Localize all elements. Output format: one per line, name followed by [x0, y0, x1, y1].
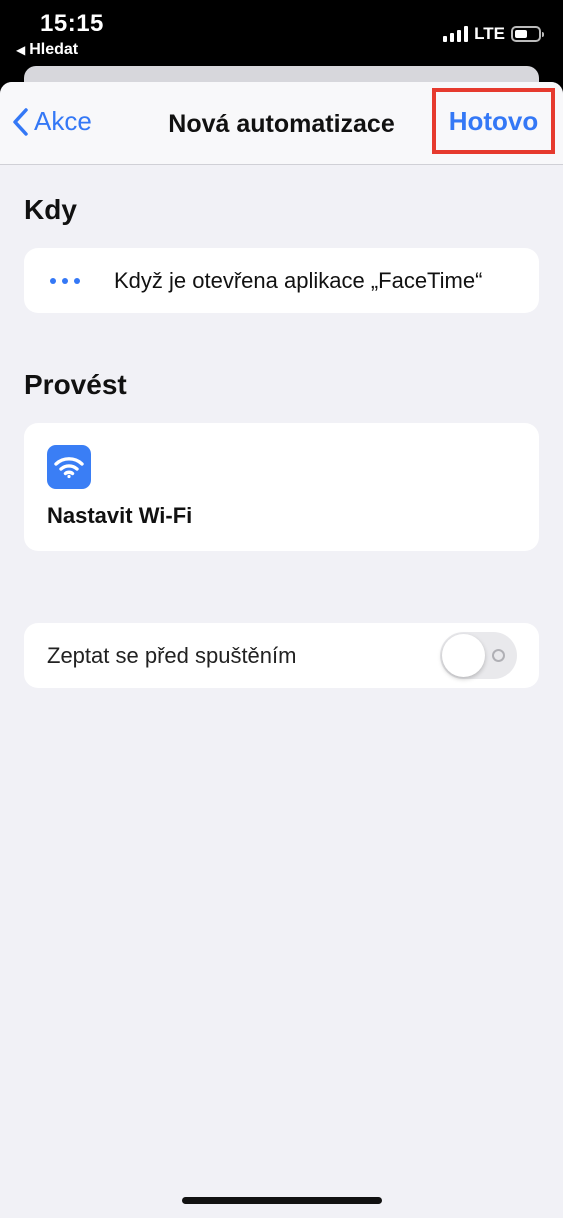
status-back-to-app[interactable]: ◀ Hledat	[16, 41, 78, 59]
status-time: 15:15	[40, 10, 104, 37]
toggle-knob	[442, 634, 485, 677]
do-section-title: Provést	[24, 369, 127, 400]
battery-icon	[511, 26, 544, 42]
back-triangle-icon: ◀	[16, 43, 26, 57]
action-card[interactable]: Nastavit Wi-Fi	[24, 423, 539, 551]
signal-icon	[443, 26, 469, 42]
done-button[interactable]: Hotovo	[432, 88, 555, 154]
status-indicators: LTE	[443, 24, 544, 44]
home-indicator[interactable]	[182, 1197, 382, 1204]
ask-before-run-label: Zeptat se před spuštěním	[47, 642, 297, 668]
status-back-label: Hledat	[29, 41, 79, 58]
automation-sheet: Akce Nová automatizace Hotovo Kdy Když j…	[0, 82, 563, 1218]
network-type: LTE	[474, 24, 505, 43]
more-dots-icon	[50, 277, 80, 284]
wifi-icon	[47, 445, 91, 489]
trigger-card[interactable]: Když je otevřena aplikace „FaceTime“	[24, 248, 539, 313]
ask-before-run-row: Zeptat se před spuštěním	[24, 623, 539, 688]
ask-before-run-toggle[interactable]	[440, 632, 517, 679]
status-bar: 15:15 ◀ Hledat LTE	[0, 0, 563, 64]
when-section-title: Kdy	[24, 194, 77, 225]
navigation-bar: Akce Nová automatizace Hotovo	[0, 82, 563, 165]
action-label: Nastavit Wi-Fi	[47, 503, 193, 528]
toggle-off-ring-icon	[492, 649, 505, 662]
trigger-text: Když je otevřena aplikace „FaceTime“	[114, 267, 483, 293]
